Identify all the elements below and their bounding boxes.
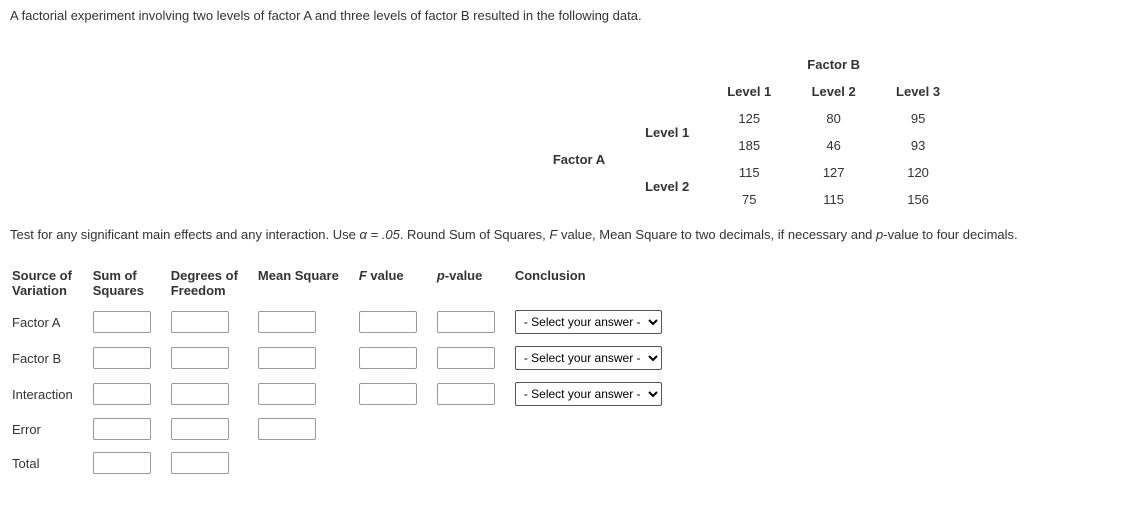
data-table-container: Factor B Level 1 Level 2 Level 3 Level 1… [370,51,1123,213]
factorial-data-table: Factor B Level 1 Level 2 Level 3 Level 1… [535,51,958,213]
anova-row-factor-a: Factor A - Select your answer - [10,308,680,336]
anova-row-error: Error [10,416,680,442]
input-ss-factor-a[interactable] [93,311,151,333]
select-conclusion-factor-a[interactable]: - Select your answer - [515,310,662,334]
anova-row-interaction: Interaction - Select your answer - [10,380,680,408]
input-f-interaction[interactable] [359,383,417,405]
input-ss-total[interactable] [93,452,151,474]
header-source: Source ofVariation [10,266,91,300]
header-df: Degrees ofFreedom [169,266,256,300]
instructions-text: Test for any significant main effects an… [10,227,1123,242]
anova-header-row: Source ofVariation Sum ofSquares Degrees… [10,266,680,300]
data-cell: 120 [878,159,958,186]
input-df-factor-b[interactable] [171,347,229,369]
input-ms-factor-b[interactable] [258,347,316,369]
col-header-2: Level 2 [789,78,878,105]
data-cell: 125 [709,105,789,132]
data-cell: 80 [789,105,878,132]
row-label-error: Error [10,416,91,442]
header-ms: Mean Square [256,266,357,300]
input-ms-error[interactable] [258,418,316,440]
input-ms-factor-a[interactable] [258,311,316,333]
header-conclusion: Conclusion [513,266,680,300]
row-header-1: Level 1 [627,105,709,159]
anova-row-factor-b: Factor B - Select your answer - [10,344,680,372]
input-f-factor-a[interactable] [359,311,417,333]
row-label-factor-a: Factor A [10,308,91,336]
input-f-factor-b[interactable] [359,347,417,369]
data-cell: 156 [878,186,958,213]
data-cell: 93 [878,132,958,159]
data-cell: 115 [709,159,789,186]
input-ss-interaction[interactable] [93,383,151,405]
data-cell: 95 [878,105,958,132]
input-ss-error[interactable] [93,418,151,440]
row-label-interaction: Interaction [10,380,91,408]
anova-row-total: Total [10,450,680,476]
input-df-interaction[interactable] [171,383,229,405]
input-ss-factor-b[interactable] [93,347,151,369]
row-label-factor-b: Factor B [10,344,91,372]
data-cell: 75 [709,186,789,213]
select-conclusion-factor-b[interactable]: - Select your answer - [515,346,662,370]
data-cell: 185 [709,132,789,159]
input-ms-interaction[interactable] [258,383,316,405]
input-p-factor-b[interactable] [437,347,495,369]
input-df-factor-a[interactable] [171,311,229,333]
factor-a-header: Factor A [535,132,627,186]
header-f: F value [357,266,435,300]
row-header-2: Level 2 [627,159,709,213]
input-df-error[interactable] [171,418,229,440]
row-label-total: Total [10,450,91,476]
input-df-total[interactable] [171,452,229,474]
data-cell: 127 [789,159,878,186]
data-cell: 115 [789,186,878,213]
factor-b-header: Factor B [789,51,878,78]
input-p-interaction[interactable] [437,383,495,405]
header-p: p-value [435,266,513,300]
anova-table: Source ofVariation Sum ofSquares Degrees… [10,258,680,484]
select-conclusion-interaction[interactable]: - Select your answer - [515,382,662,406]
header-ss: Sum ofSquares [91,266,169,300]
col-header-1: Level 1 [709,78,789,105]
input-p-factor-a[interactable] [437,311,495,333]
intro-text: A factorial experiment involving two lev… [10,8,1123,23]
data-cell: 46 [789,132,878,159]
col-header-3: Level 3 [878,78,958,105]
